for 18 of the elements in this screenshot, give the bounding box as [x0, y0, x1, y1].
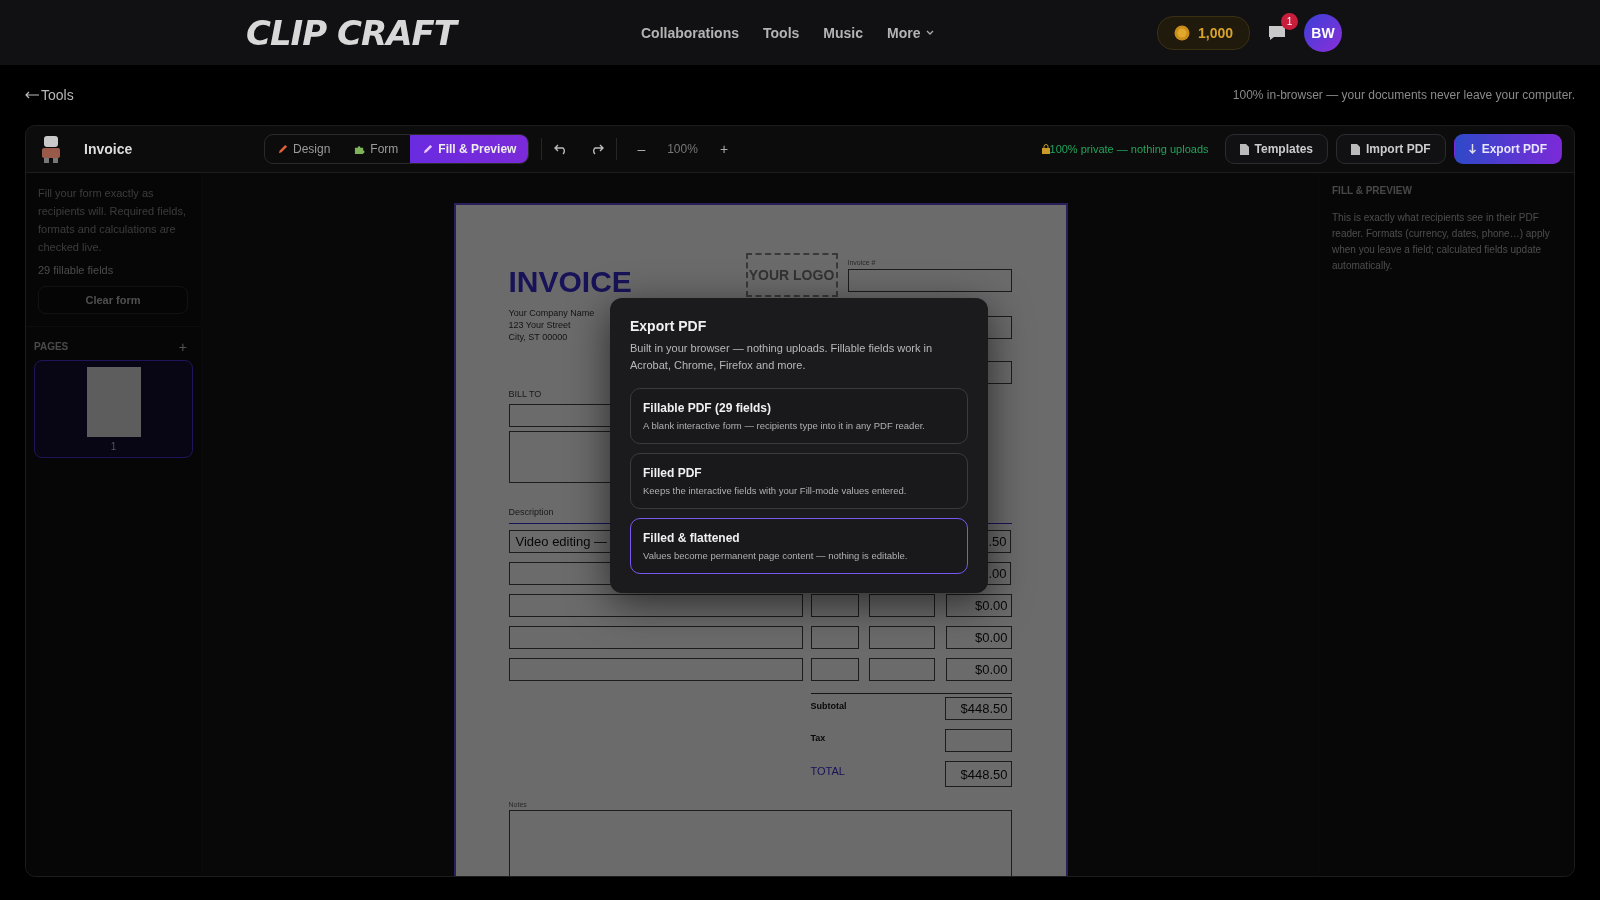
company-line: Your Company Name	[508, 307, 595, 319]
dialog-title: Export PDF	[630, 318, 707, 334]
dialog-text: Built in your browser — nothing uploads. Fillable fields work in Acrobat, Chrome, Firefox and more.	[630, 341, 934, 373]
company-line: City, ST 00000	[508, 331, 568, 343]
panel-heading: FILL & PREVIEW	[1332, 185, 1413, 196]
private-note: 100% private — nothing uploads	[1049, 143, 1209, 155]
privacy-note: 100% in-browser — your documents never leave your computer.	[1232, 88, 1575, 102]
field-label: Subtotal	[810, 700, 847, 713]
field-label: BILL TO	[508, 389, 543, 399]
document-title: Invoice	[84, 141, 134, 157]
notification-badge: 1	[1281, 13, 1298, 30]
invoice-title: INVOICE	[508, 265, 633, 299]
field-label: TOTAL	[810, 764, 845, 779]
company-line: 123 Your Street	[508, 319, 571, 331]
field-count: 29 fillable fields	[37, 263, 115, 276]
zoom-level: 100%	[666, 142, 699, 156]
field-label: Tax	[810, 732, 826, 745]
section-heading: PAGES	[34, 341, 69, 352]
